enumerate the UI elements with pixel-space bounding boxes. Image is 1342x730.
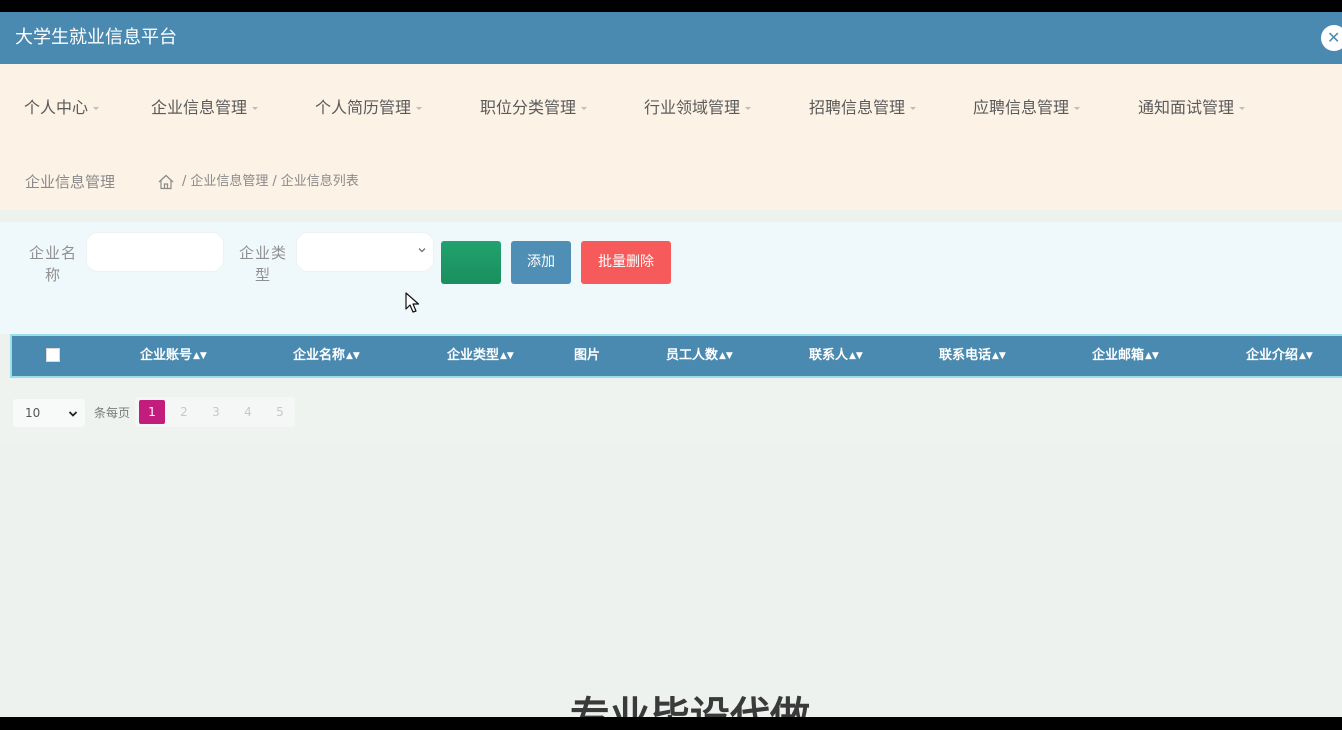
column-label: 企业类型 (447, 348, 500, 363)
caret-down-icon (581, 106, 588, 110)
page-size-value: 10 (25, 406, 41, 420)
column-label: 企业介绍 (1246, 348, 1299, 363)
company-name-input[interactable] (86, 232, 224, 272)
column-header[interactable]: 员工人数▲▼ (666, 347, 733, 365)
nav-label: 招聘信息管理 (809, 98, 906, 117)
column-label: 员工人数 (666, 348, 719, 363)
per-page-label: 条每页 (94, 406, 131, 420)
nav-item-recruitment[interactable]: 招聘信息管理 (809, 96, 917, 120)
sort-icon: ▲▼ (1145, 351, 1159, 361)
sort-icon: ▲▼ (849, 351, 863, 361)
title-bar: 大学生就业信息平台 ✕ (0, 12, 1342, 64)
page-size-select[interactable]: 10 (12, 398, 86, 428)
top-navigation: 个人中心 企业信息管理 个人简历管理 职位分类管理 行业领域管理 招聘信息管理 … (0, 64, 1342, 210)
caret-down-icon (1239, 106, 1246, 110)
caret-down-icon (93, 106, 100, 110)
nav-item-resume[interactable]: 个人简历管理 (315, 96, 423, 120)
column-label: 联系人 (809, 348, 849, 363)
app-title: 大学生就业信息平台 (15, 27, 177, 48)
nav-label: 职位分类管理 (480, 98, 577, 117)
caret-down-icon (910, 106, 917, 110)
page-button[interactable]: 4 (235, 400, 261, 424)
nav-item-company-info[interactable]: 企业信息管理 (151, 96, 259, 120)
column-header[interactable]: 企业介绍▲▼ (1246, 347, 1313, 365)
home-icon[interactable] (158, 174, 174, 190)
select-all-checkbox[interactable] (46, 348, 60, 362)
sort-icon: ▲▼ (992, 351, 1006, 361)
mouse-cursor-icon (405, 292, 420, 313)
company-type-label: 企业类型 (238, 244, 287, 284)
search-button[interactable] (441, 241, 501, 284)
column-label: 企业邮箱 (1092, 348, 1145, 363)
close-icon[interactable]: ✕ (1321, 25, 1342, 51)
caret-down-icon (252, 106, 259, 110)
sort-icon: ▲▼ (193, 351, 207, 361)
nav-label: 个人简历管理 (315, 98, 412, 117)
add-button[interactable]: 添加 (511, 241, 571, 284)
column-header[interactable]: 企业账号▲▼ (140, 347, 207, 365)
nav-item-job-category[interactable]: 职位分类管理 (480, 96, 588, 120)
company-name-label: 企业名称 (28, 244, 77, 284)
sort-icon: ▲▼ (1299, 351, 1313, 361)
caret-down-icon (416, 106, 423, 110)
page-button[interactable]: 2 (171, 400, 197, 424)
column-label: 图片 (574, 348, 601, 363)
nav-item-interview[interactable]: 通知面试管理 (1138, 96, 1246, 120)
sort-icon: ▲▼ (500, 351, 514, 361)
page-title: 企业信息管理 (25, 173, 116, 191)
footer-watermark-text: 专业毕设代做 (570, 694, 810, 717)
nav-item-personal-center[interactable]: 个人中心 (24, 96, 100, 120)
column-header[interactable]: 企业类型▲▼ (447, 347, 514, 365)
nav-label: 应聘信息管理 (973, 98, 1070, 117)
nav-item-industry[interactable]: 行业领域管理 (644, 96, 752, 120)
column-label: 企业账号 (140, 348, 193, 363)
column-header: 图片 (574, 347, 600, 365)
company-type-select[interactable] (296, 232, 434, 272)
column-label: 企业名称 (293, 348, 346, 363)
nav-label: 个人中心 (24, 98, 89, 117)
chevron-down-icon (418, 248, 426, 253)
chevron-down-icon (68, 411, 78, 417)
page-button[interactable]: 3 (203, 400, 229, 424)
nav-label: 行业领域管理 (644, 98, 741, 117)
table-header: 企业账号▲▼ 企业名称▲▼ 企业类型▲▼ 图片 员工人数▲▼ 联系人▲▼ 联系电… (10, 334, 1342, 378)
column-header[interactable]: 企业邮箱▲▼ (1092, 347, 1159, 365)
nav-label: 企业信息管理 (151, 98, 248, 117)
app-window: 大学生就业信息平台 ✕ 个人中心 企业信息管理 个人简历管理 职位分类管理 行业… (0, 12, 1342, 717)
column-header[interactable]: 联系人▲▼ (809, 347, 863, 365)
page-button-active[interactable]: 1 (139, 400, 165, 424)
column-label: 联系电话 (939, 348, 992, 363)
sort-icon: ▲▼ (719, 351, 733, 361)
column-header[interactable]: 企业名称▲▼ (293, 347, 360, 365)
breadcrumb-separator: / (272, 174, 277, 189)
sort-icon: ▲▼ (346, 351, 360, 361)
page-list: 1 2 3 4 5 (135, 397, 295, 427)
breadcrumb-item: 企业信息列表 (280, 174, 359, 189)
breadcrumb-item[interactable]: 企业信息管理 (190, 172, 268, 192)
breadcrumb-separator: / (182, 174, 187, 189)
caret-down-icon (745, 106, 752, 110)
page-button[interactable]: 5 (267, 400, 293, 424)
caret-down-icon (1074, 106, 1081, 110)
breadcrumb: / 企业信息管理 / 企业信息列表 (158, 172, 359, 192)
column-header[interactable]: 联系电话▲▼ (939, 347, 1006, 365)
nav-item-application[interactable]: 应聘信息管理 (973, 96, 1081, 120)
nav-label: 通知面试管理 (1138, 98, 1235, 117)
batch-delete-button[interactable]: 批量删除 (581, 241, 671, 284)
pagination: 10 条每页 1 2 3 4 5 (0, 378, 1342, 444)
